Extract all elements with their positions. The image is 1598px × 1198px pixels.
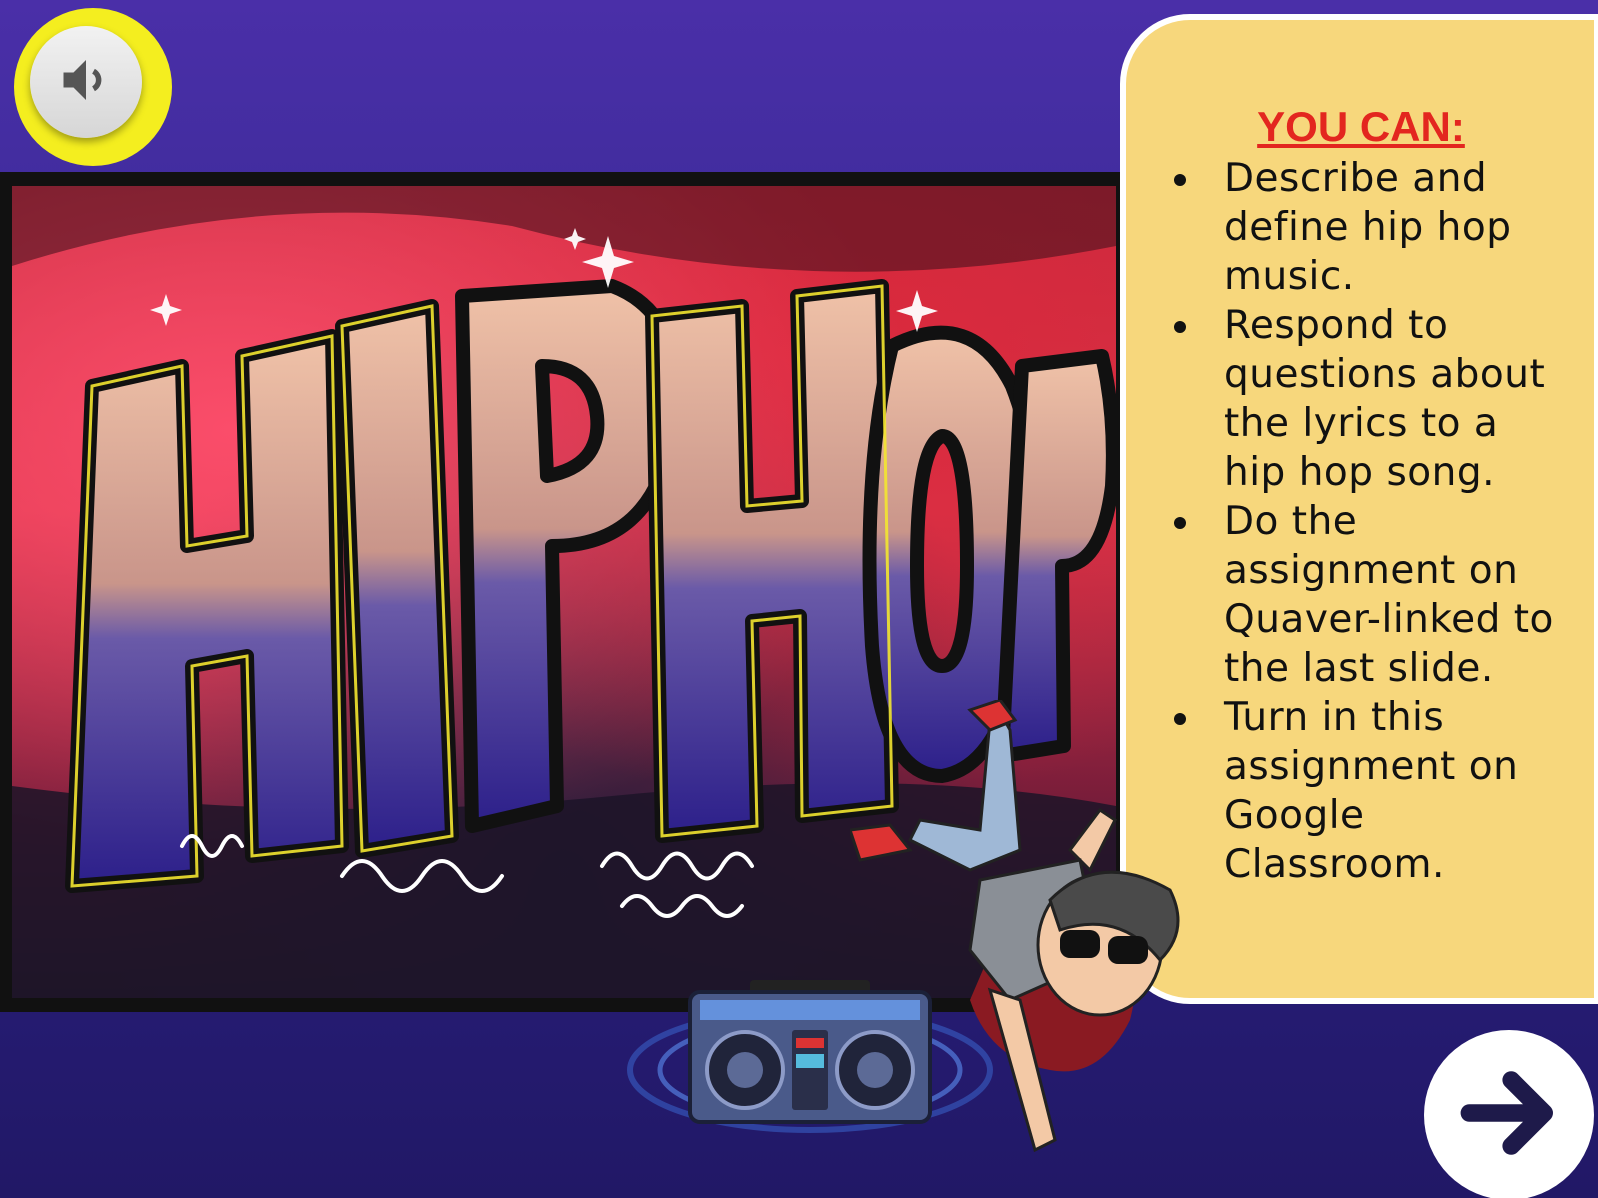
slide: YOU CAN: Describe and define hip hop mus…	[0, 0, 1598, 1198]
speaker-icon	[56, 50, 116, 114]
list-item: Describe and define hip hop music.	[1172, 154, 1570, 301]
next-slide-button[interactable]	[1424, 1030, 1594, 1198]
bitmoji-character-image	[847, 698, 1310, 1180]
arrow-right-icon	[1454, 1058, 1564, 1172]
list-item: Do the assignment on Quaver-linked to th…	[1172, 497, 1570, 693]
card-title: YOU CAN:	[1257, 103, 1465, 150]
sound-button[interactable]	[30, 26, 142, 138]
list-item: Respond to questions about the lyrics to…	[1172, 301, 1570, 497]
